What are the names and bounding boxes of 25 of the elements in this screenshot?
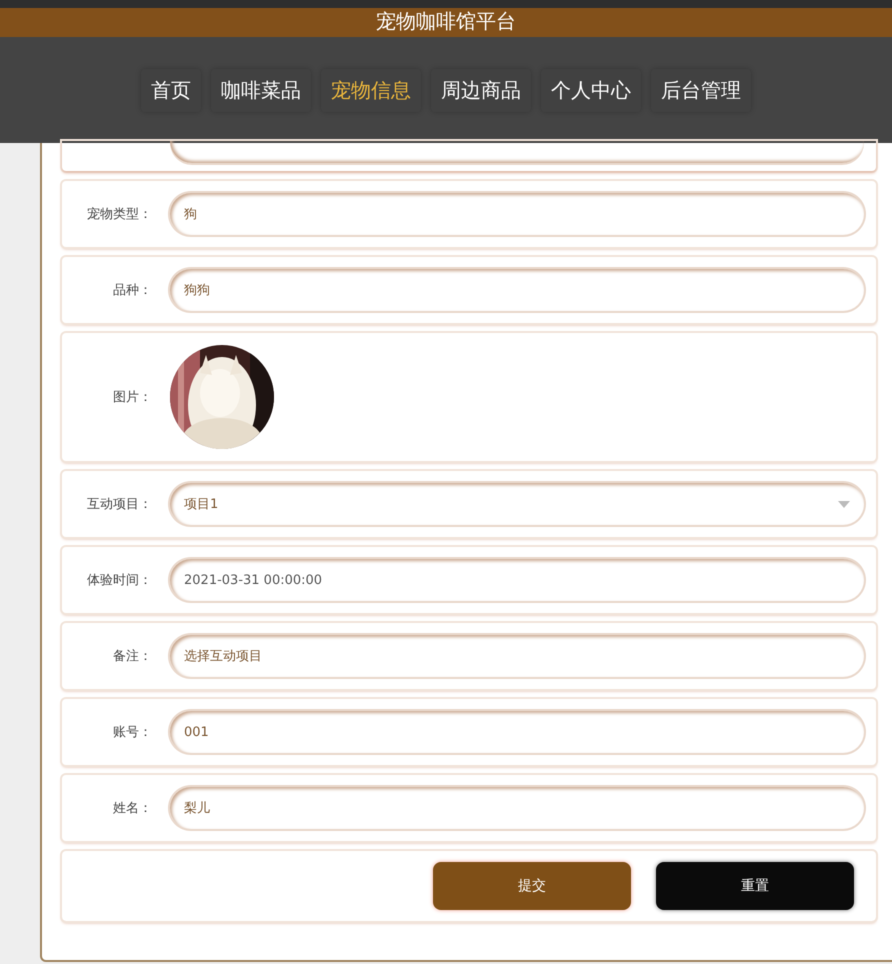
field-label: 图片： (112, 389, 152, 406)
nav-tab[interactable]: 后台管理 (651, 68, 751, 112)
input-field[interactable]: 2021-03-31 00:00:00 (170, 559, 864, 601)
field-label: 姓名： (112, 800, 152, 817)
nav-tab[interactable]: 个人中心 (541, 68, 641, 112)
input-field[interactable]: 狗狗 (170, 269, 864, 311)
field-label: 账号： (112, 724, 152, 741)
nav-tab[interactable]: 首页 (141, 68, 201, 112)
select-field[interactable]: 项目1 (170, 483, 864, 525)
caret-icon (838, 500, 850, 508)
site-title: 宠物咖啡馆平台 (376, 8, 516, 35)
nav-tab[interactable]: 宠物信息 (321, 68, 421, 112)
reset-button[interactable]: 重置 (656, 862, 854, 910)
submit-button[interactable]: 提交 (433, 862, 631, 910)
input-field[interactable]: 狗 (170, 193, 864, 235)
field-label: 互动项目： (86, 496, 152, 513)
input-field[interactable]: 选择互动项目 (170, 635, 864, 677)
nav-tab[interactable]: 咖啡菜品 (211, 68, 311, 112)
input-field[interactable]: 001 (170, 711, 864, 753)
field-label: 宠物类型： (86, 206, 152, 223)
field-label: 备注： (112, 648, 152, 665)
nav-tab[interactable]: 周边商品 (431, 68, 531, 112)
field-label: 体验时间： (86, 572, 152, 589)
input-field[interactable]: 梨儿 (170, 787, 864, 829)
field-label: 品种： (112, 282, 152, 299)
